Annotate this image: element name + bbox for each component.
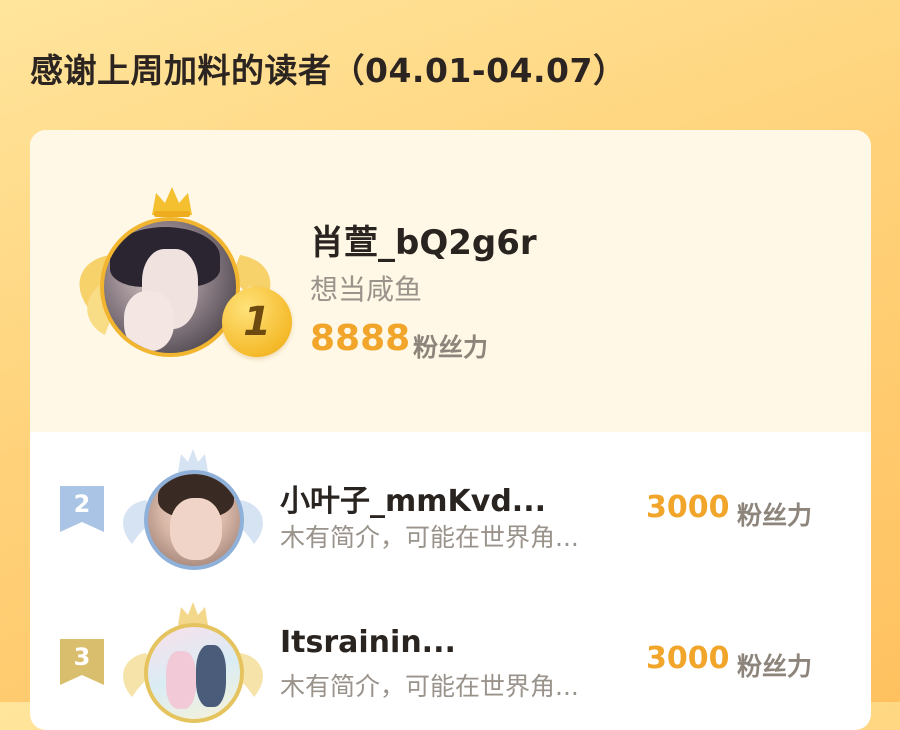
rank-number: 2 [73,490,91,518]
fans-power-value: 3000 [646,641,730,676]
rank1-avatar-badge: 1 [70,185,292,375]
reader-name[interactable]: 小叶子_mmKvd... [280,476,546,520]
reader-bio: 木有简介，可能在世界角... [280,672,579,701]
ranking-card: 1 肖萱_bQ2g6r 想当咸鱼 8888 粉丝力 2 小叶子_mmKvd...… [30,130,871,730]
fans-power-label: 粉丝力 [737,652,813,681]
rank-number: 3 [73,643,91,671]
fans-power-label: 粉丝力 [737,501,813,530]
fans-power-value: 3000 [646,490,730,525]
reader-name[interactable]: Itsrainin... [280,625,456,660]
avatar[interactable] [144,623,244,723]
fans-power-label: 粉丝力 [413,333,489,362]
crown-icon [152,187,192,217]
rank-number: 1 [243,299,271,345]
rank-medal: 1 [222,287,292,357]
rank3-avatar-badge [118,602,268,730]
avatar[interactable] [144,470,244,570]
reader-bio: 木有简介，可能在世界角... [280,523,579,552]
reader-bio: 想当咸鱼 [310,273,423,306]
reader-name[interactable]: 肖萱_bQ2g6r [310,215,537,264]
list-item[interactable]: 3 Itsrainin... 木有简介，可能在世界角... 3000 粉丝力 [30,585,871,730]
fans-power-value: 8888 [310,318,411,359]
page-title: 感谢上周加料的读者（04.01-04.07） [30,51,627,90]
rank-tag-badge: 3 [60,639,104,685]
avatar[interactable] [100,217,240,357]
list-item[interactable]: 2 小叶子_mmKvd... 木有简介，可能在世界角... 3000 粉丝力 [30,432,871,582]
rank2-avatar-badge [118,449,268,582]
rank-tag-badge: 2 [60,486,104,532]
top-reader-panel[interactable]: 1 肖萱_bQ2g6r 想当咸鱼 8888 粉丝力 [30,130,871,432]
